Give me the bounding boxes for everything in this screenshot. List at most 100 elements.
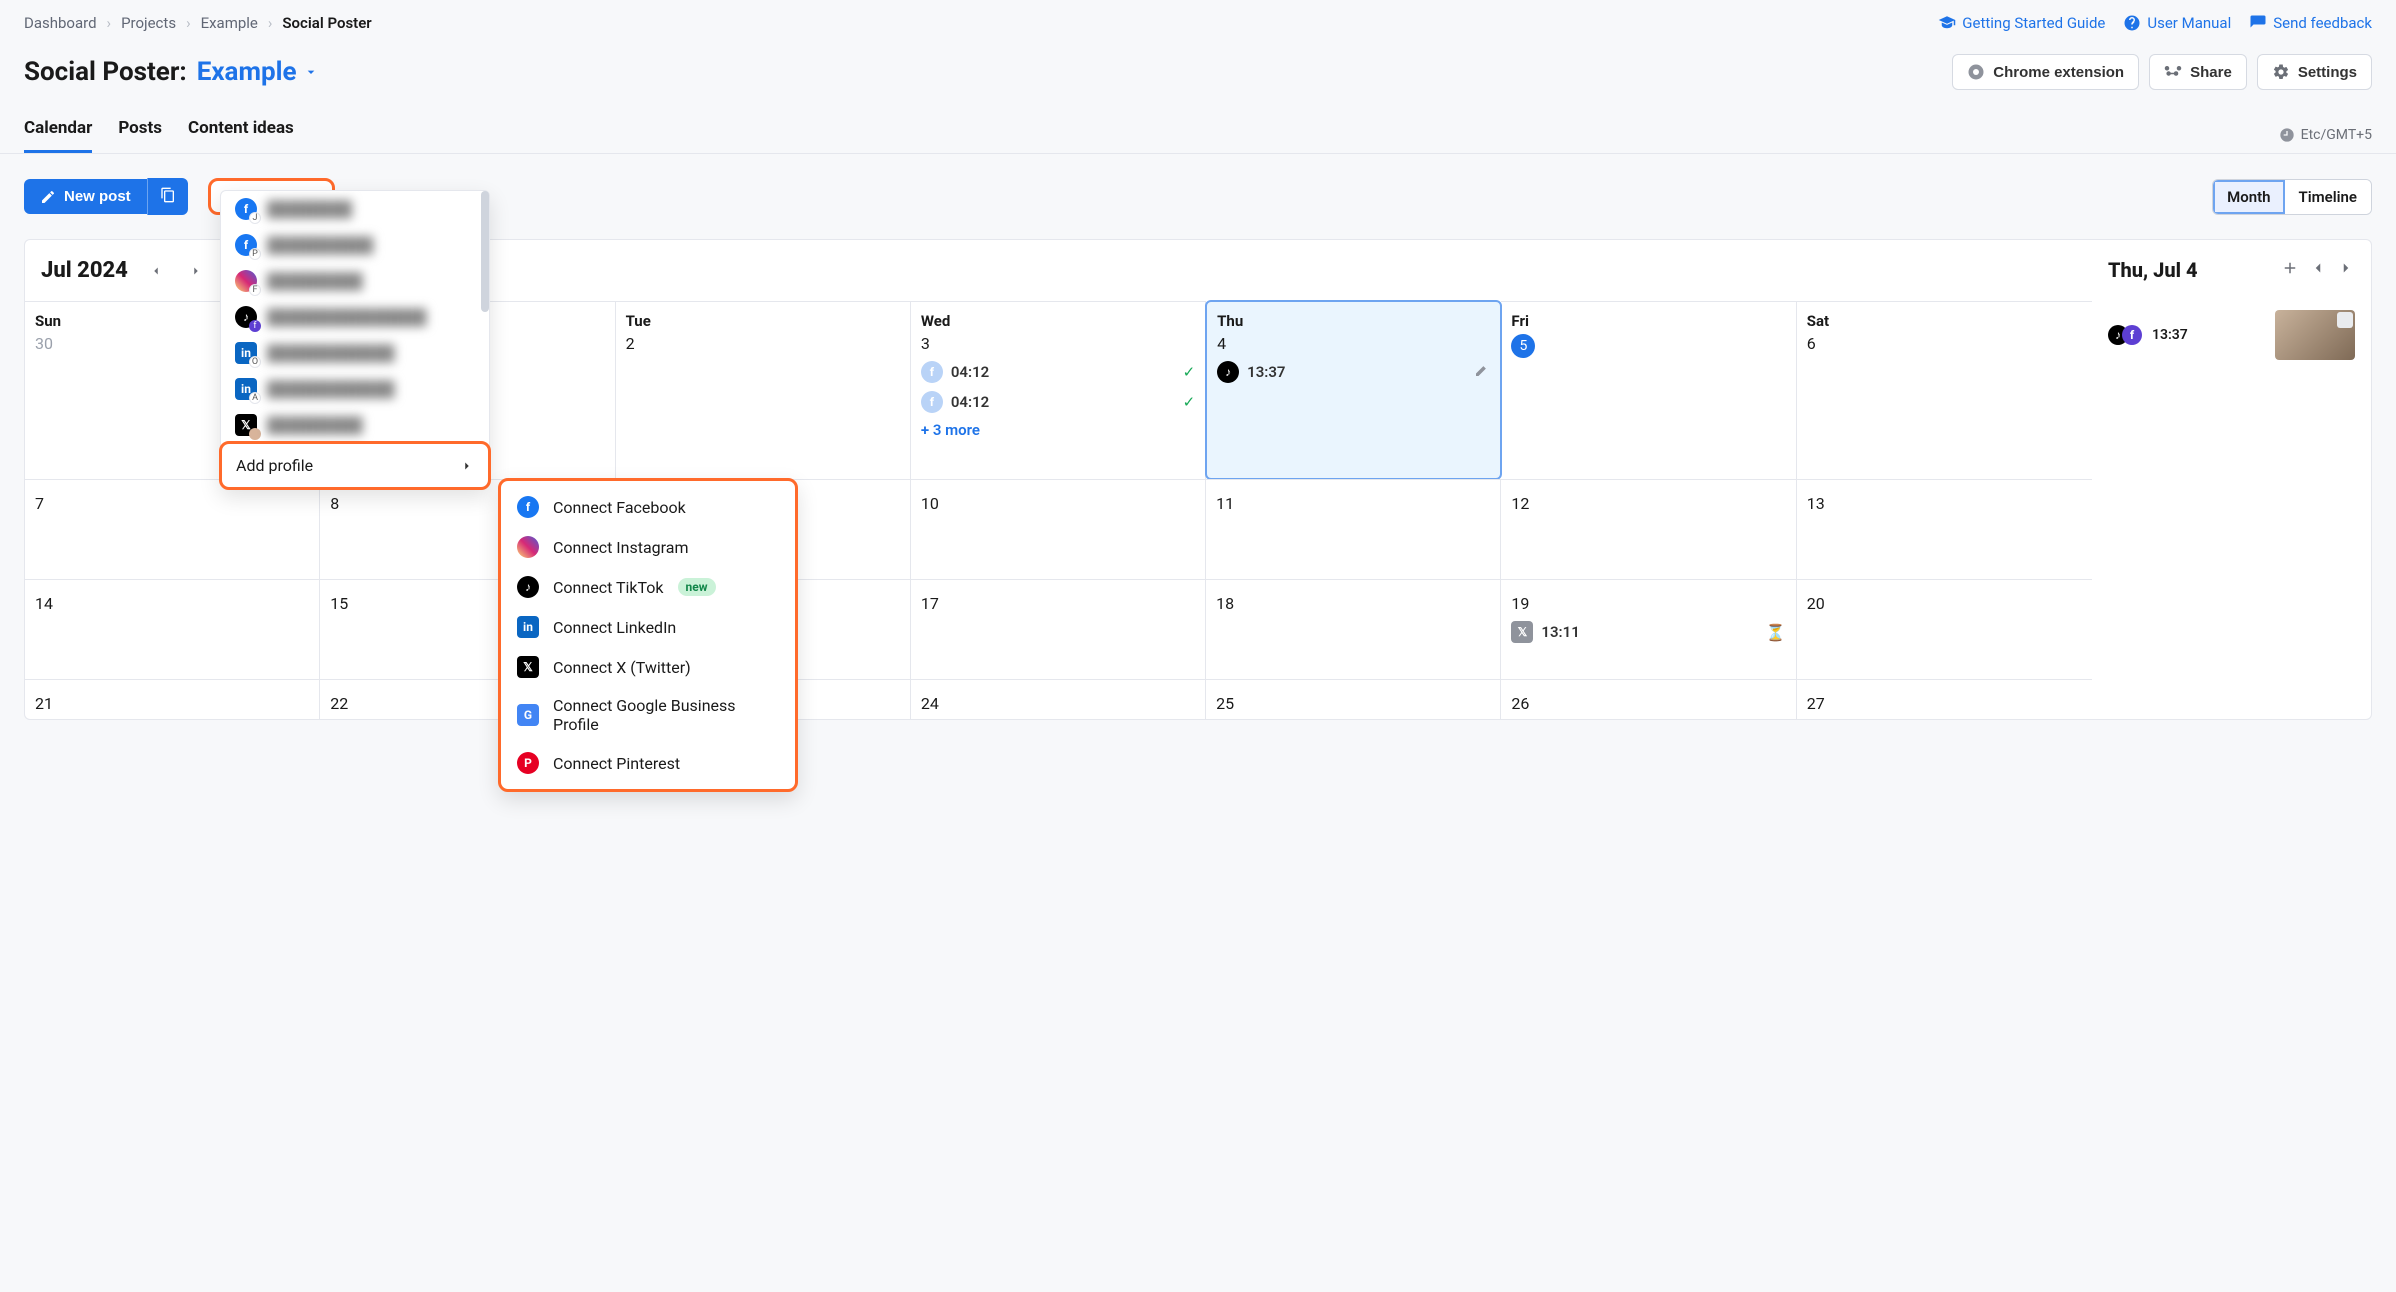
calendar-date[interactable]: 12 (1511, 494, 1529, 513)
calendar-date[interactable]: 24 (921, 694, 939, 713)
getting-started-guide-link[interactable]: Getting Started Guide (1938, 14, 2105, 32)
calendar-more-link[interactable]: + 3 more (921, 421, 980, 439)
connect-linkedin-item[interactable]: in Connect LinkedIn (501, 607, 795, 647)
edit-post-button[interactable] (1474, 362, 1490, 382)
calendar-post-item[interactable]: f 04:12 ✓ (921, 361, 1195, 383)
day-next-button[interactable] (2337, 259, 2355, 281)
settings-button[interactable]: Settings (2257, 54, 2372, 90)
breadcrumb-projects[interactable]: Projects (121, 14, 176, 32)
calendar-date[interactable]: 22 (330, 694, 348, 713)
share-button[interactable]: Share (2149, 54, 2247, 90)
help-circle-icon (2123, 14, 2141, 32)
pencil-icon (40, 189, 56, 205)
breadcrumb-sep: › (186, 14, 191, 32)
calendar-date[interactable]: 15 (330, 594, 348, 613)
calendar-date[interactable]: 26 (1511, 694, 1529, 713)
hourglass-icon: ⏳ (1766, 623, 1786, 642)
calendar-date[interactable]: 21 (35, 694, 53, 713)
breadcrumb-dashboard[interactable]: Dashboard (24, 14, 97, 32)
calendar-post-item[interactable]: f 04:12 ✓ (921, 391, 1195, 413)
linkedin-icon: in (517, 616, 539, 638)
day-prev-button[interactable] (2309, 259, 2327, 281)
connect-gbp-item[interactable]: G Connect Google Business Profile (501, 687, 795, 743)
connect-facebook-item[interactable]: f Connect Facebook (501, 487, 795, 527)
calendar-post-item[interactable]: ♪ 13:37 (1217, 361, 1490, 383)
calendar-date[interactable]: 19 (1511, 594, 1529, 613)
weekday-sat: Sat (1807, 312, 2082, 330)
breadcrumb-sep: › (268, 14, 273, 32)
tab-posts[interactable]: Posts (118, 118, 162, 153)
breadcrumb-example[interactable]: Example (201, 14, 258, 32)
calendar-date[interactable]: 13 (1807, 494, 1825, 513)
check-icon: ✓ (1183, 393, 1196, 411)
profile-menu-item[interactable]: fP ██████████ (221, 227, 489, 263)
graduation-cap-icon (1938, 14, 1956, 32)
pinterest-icon: P (517, 752, 539, 774)
facebook-icon: f (921, 391, 943, 413)
weekday-wed: Wed (921, 312, 1195, 330)
add-post-button[interactable] (2281, 259, 2299, 281)
calendar-date[interactable]: 14 (35, 594, 53, 613)
calendar-date[interactable]: 8 (330, 494, 339, 513)
profile-menu-item[interactable]: fJ ████████ (221, 191, 489, 227)
send-feedback-link[interactable]: Send feedback (2249, 14, 2372, 32)
calendar-date[interactable]: 25 (1216, 694, 1234, 713)
tab-content-ideas[interactable]: Content ideas (188, 118, 294, 153)
calendar-date[interactable]: 2 (626, 334, 635, 353)
chrome-extension-button[interactable]: Chrome extension (1952, 54, 2139, 90)
chevron-right-icon (460, 459, 474, 473)
breadcrumb-sep: › (107, 14, 112, 32)
feedback-icon (2249, 14, 2267, 32)
view-month-button[interactable]: Month (2213, 180, 2284, 214)
calendar-date[interactable]: 17 (921, 594, 939, 613)
profiles-dropdown-menu: fJ ████████ fP ██████████ F █████████ ♪f… (220, 190, 490, 489)
calendar-date[interactable]: 20 (1807, 594, 1825, 613)
x-twitter-icon: 𝕏 (517, 656, 539, 678)
chevron-left-icon (149, 264, 163, 278)
copy-icon (160, 187, 176, 203)
calendar-date[interactable]: 7 (35, 494, 44, 513)
project-dropdown[interactable]: Example (197, 57, 319, 87)
add-profile-menu-item[interactable]: Add profile (219, 441, 491, 490)
tab-calendar[interactable]: Calendar (24, 118, 92, 153)
profile-menu-item[interactable]: 𝕏 █████████ (221, 407, 489, 443)
weekday-thu: Thu (1217, 312, 1490, 330)
timezone-label: Etc/GMT+5 (2279, 127, 2372, 153)
calendar-date[interactable]: 27 (1807, 694, 1825, 713)
user-manual-link[interactable]: User Manual (2123, 14, 2231, 32)
calendar-post-item[interactable]: 𝕏 13:11 ⏳ (1511, 621, 1785, 643)
connect-instagram-item[interactable]: Connect Instagram (501, 527, 795, 567)
duplicate-post-button[interactable] (147, 178, 188, 215)
day-post-item[interactable]: ♪ f 13:37 (2092, 300, 2371, 370)
profile-menu-item[interactable]: F █████████ (221, 263, 489, 299)
calendar-next-button[interactable] (184, 259, 208, 283)
tiktok-icon: ♪ (517, 576, 539, 598)
calendar-month-label: Jul 2024 (41, 258, 128, 283)
profile-menu-item[interactable]: inA ████████████ (221, 371, 489, 407)
profile-menu-item[interactable]: ♪f ███████████████ (221, 299, 489, 335)
chevron-right-icon (2337, 259, 2355, 277)
calendar-date[interactable]: 4 (1217, 334, 1226, 353)
weekday-tue: Tue (626, 312, 900, 330)
view-toggle: Month Timeline (2212, 179, 2372, 215)
calendar-date[interactable]: 6 (1807, 334, 1816, 353)
new-badge: new (678, 578, 716, 596)
instagram-icon (517, 536, 539, 558)
connect-tiktok-item[interactable]: ♪ Connect TikTok new (501, 567, 795, 607)
calendar-date[interactable]: 11 (1216, 494, 1234, 513)
calendar-date[interactable]: 30 (35, 334, 53, 353)
calendar-date[interactable]: 18 (1216, 594, 1234, 613)
calendar-date[interactable]: 10 (921, 494, 939, 513)
profile-menu-item[interactable]: inO ████████████ (221, 335, 489, 371)
facebook-icon: f (517, 496, 539, 518)
day-detail-title: Thu, Jul 4 (2108, 258, 2271, 282)
connect-twitter-item[interactable]: 𝕏 Connect X (Twitter) (501, 647, 795, 687)
new-post-button[interactable]: New post (24, 179, 147, 214)
calendar-date[interactable]: 3 (921, 334, 930, 353)
gear-icon (2272, 63, 2290, 81)
calendar-date-today[interactable]: 5 (1511, 334, 1535, 358)
view-timeline-button[interactable]: Timeline (2285, 180, 2371, 214)
page-title: Social Poster: (24, 57, 187, 87)
connect-pinterest-item[interactable]: P Connect Pinterest (501, 743, 795, 783)
calendar-prev-button[interactable] (144, 259, 168, 283)
